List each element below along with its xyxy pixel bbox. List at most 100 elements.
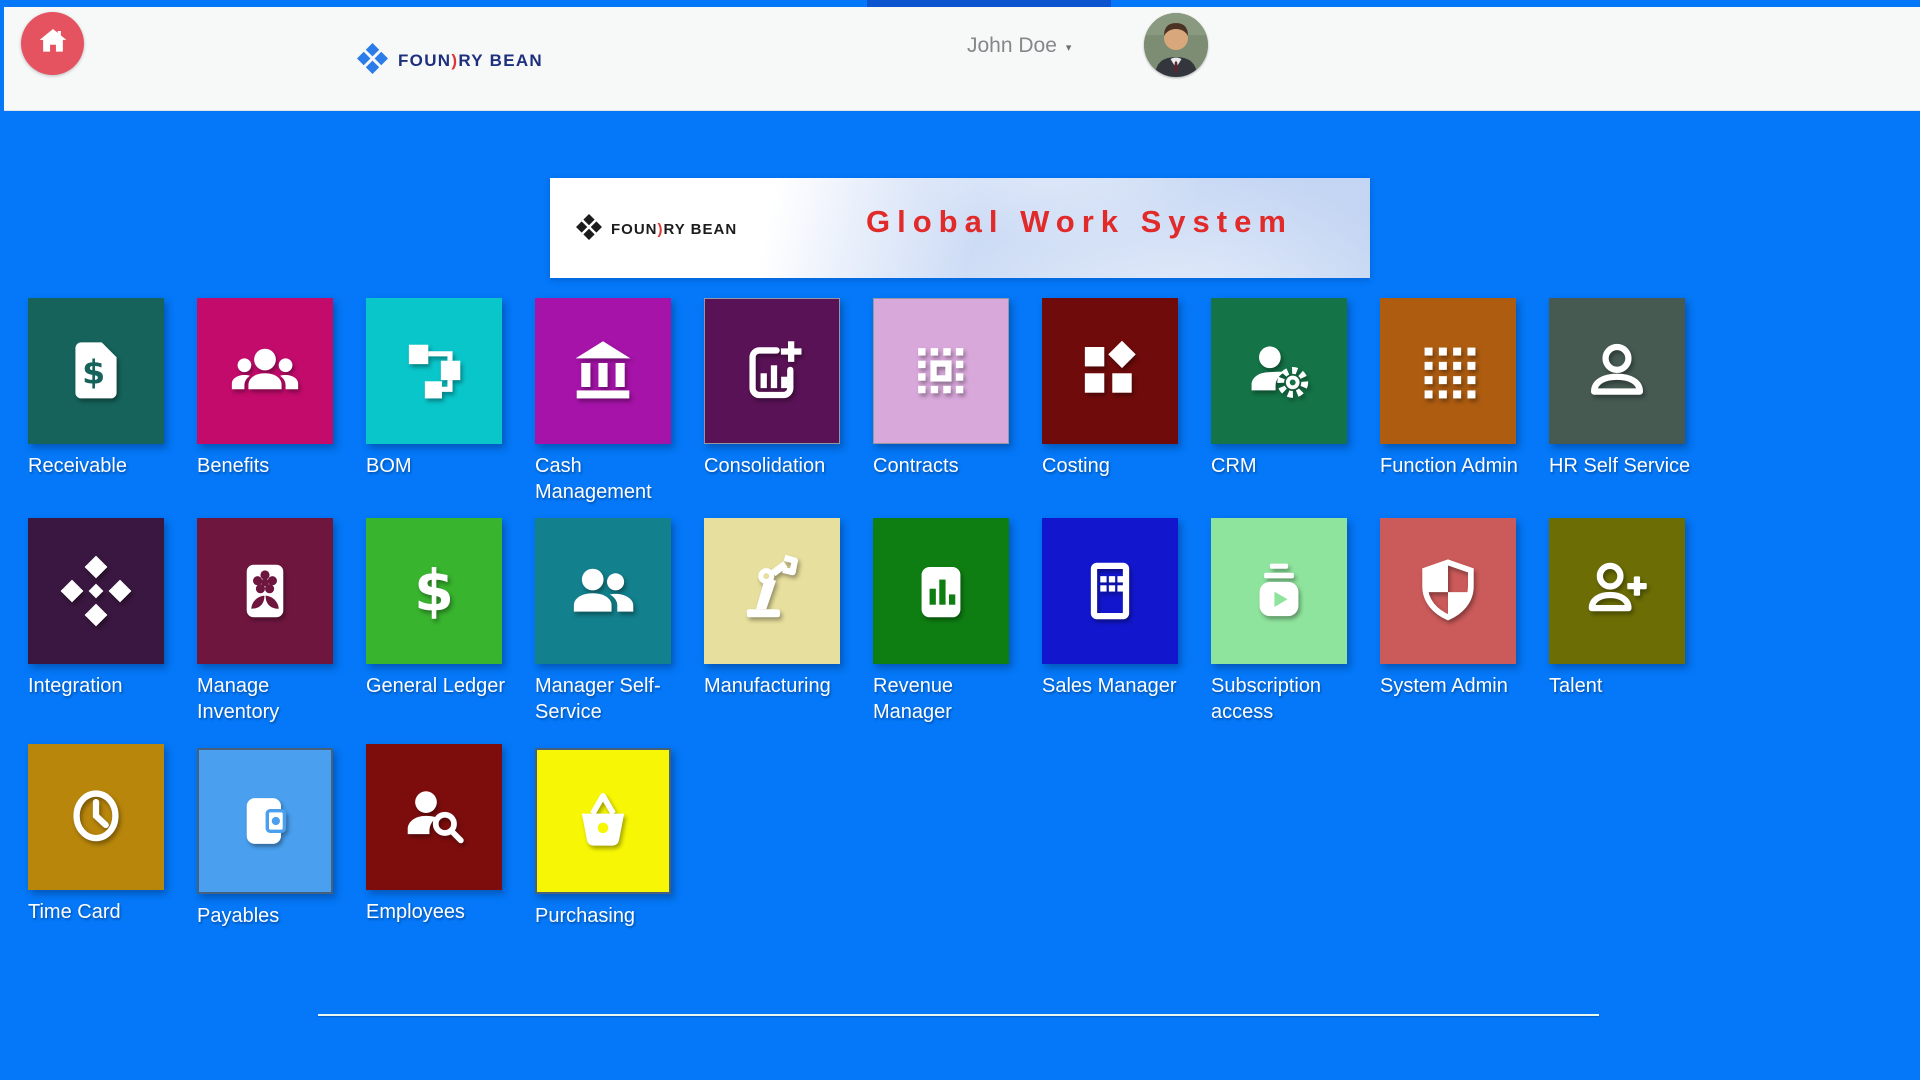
app-tile-cell: Subscription access <box>1211 518 1347 725</box>
app-tile-cell: Manager Self-Service <box>535 518 671 725</box>
schema-icon <box>394 331 474 411</box>
person-outline-icon <box>1577 331 1657 411</box>
app-tile-payables[interactable] <box>197 748 333 894</box>
app-tile-label: Manufacturing <box>704 673 846 699</box>
app-tile-talent[interactable] <box>1549 518 1685 664</box>
app-tile-contracts[interactable] <box>873 298 1009 444</box>
app-tile-label: Time Card <box>28 899 170 925</box>
banner-brand-logo: FOUN)RY BEAN <box>576 214 737 245</box>
home-icon <box>37 25 69 62</box>
app-tile-hr-self-service[interactable] <box>1549 298 1685 444</box>
app-tile-cell: Talent <box>1549 518 1685 725</box>
app-tile-label: Function Admin <box>1380 453 1522 479</box>
tile-row-3: Time CardPayablesEmployeesPurchasing <box>28 744 671 929</box>
person-search-icon <box>394 777 474 857</box>
app-tile-purchasing[interactable] <box>535 748 671 894</box>
app-tile-sales-manager[interactable] <box>1042 518 1178 664</box>
person-add-icon <box>1577 551 1657 631</box>
app-tile-cell: CRM <box>1211 298 1347 505</box>
app-tile-manufacturing[interactable] <box>704 518 840 664</box>
app-tile-bom[interactable] <box>366 298 502 444</box>
app-tile-manager-self-service[interactable] <box>535 518 671 664</box>
app-tile-receivable[interactable]: $ <box>28 298 164 444</box>
app-tile-cash-management[interactable] <box>535 298 671 444</box>
app-tile-label: Purchasing <box>535 903 677 929</box>
app-tile-label: HR Self Service <box>1549 453 1691 479</box>
app-tile-label: General Ledger <box>366 673 508 699</box>
user-menu[interactable]: John Doe ▾ <box>967 34 1071 58</box>
chart-card-icon <box>901 551 981 631</box>
basket-icon <box>563 781 643 861</box>
bottom-divider <box>318 1014 1599 1016</box>
app-tile-cell: Employees <box>366 744 502 929</box>
category-squares-icon <box>1070 331 1150 411</box>
app-tile-cell: BOM <box>366 298 502 505</box>
app-tile-system-admin[interactable] <box>1380 518 1516 664</box>
wallet-icon <box>225 781 305 861</box>
app-tile-benefits[interactable] <box>197 298 333 444</box>
app-tile-cell: Integration <box>28 518 164 725</box>
brand-diamond-icon <box>357 43 388 79</box>
app-tile-label: Integration <box>28 673 170 699</box>
app-tile-label: Talent <box>1549 673 1691 699</box>
app-tile-cell: Manage Inventory <box>197 518 333 725</box>
app-tile-label: CRM <box>1211 453 1353 479</box>
app-tile-label: Employees <box>366 899 508 925</box>
top-progress-bar <box>867 0 1111 7</box>
app-tile-label: Contracts <box>873 453 1015 479</box>
dollar-icon: $ <box>394 551 474 631</box>
app-tile-label: System Admin <box>1380 673 1522 699</box>
banner: FOUN)RY BEAN Global Work System <box>550 178 1370 278</box>
app-tile-cell: Time Card <box>28 744 164 929</box>
app-tile-cell: Cash Management <box>535 298 671 505</box>
app-tile-subscription-access[interactable] <box>1211 518 1347 664</box>
app-tile-label: Sales Manager <box>1042 673 1184 699</box>
app-tile-cell: HR Self Service <box>1549 298 1685 505</box>
integration-diamonds-icon <box>56 551 136 631</box>
app-tile-general-ledger[interactable]: $ <box>366 518 502 664</box>
pos-icon <box>1070 551 1150 631</box>
app-header: FOUN)RY BEAN John Doe ▾ <box>4 7 1920 111</box>
app-tile-employees[interactable] <box>366 744 502 890</box>
app-tile-time-card[interactable] <box>28 744 164 890</box>
subscriptions-icon <box>1239 551 1319 631</box>
user-avatar[interactable] <box>1144 13 1208 77</box>
app-tile-cell: Manufacturing <box>704 518 840 725</box>
florist-card-icon <box>225 551 305 631</box>
app-tile-cell: Function Admin <box>1380 298 1516 505</box>
grid-dots-icon <box>1408 331 1488 411</box>
user-name: John Doe <box>967 34 1057 58</box>
receipt-dollar-icon: $ <box>56 331 136 411</box>
app-tile-integration[interactable] <box>28 518 164 664</box>
bank-icon <box>563 331 643 411</box>
svg-text:$: $ <box>414 558 454 624</box>
app-tile-cell: Consolidation <box>704 298 840 505</box>
app-tile-label: Consolidation <box>704 453 846 479</box>
app-tile-manage-inventory[interactable] <box>197 518 333 664</box>
app-tile-cell: $Receivable <box>28 298 164 505</box>
tile-row-1: $ReceivableBenefitsBOMCash ManagementCon… <box>28 298 1685 505</box>
app-tile-label: Benefits <box>197 453 339 479</box>
tile-row-2: IntegrationManage Inventory$General Ledg… <box>28 518 1685 725</box>
app-tile-crm[interactable] <box>1211 298 1347 444</box>
app-tile-label: Subscription access <box>1211 673 1353 725</box>
app-tile-label: Receivable <box>28 453 170 479</box>
app-tile-consolidation[interactable] <box>704 298 840 444</box>
brand-diamond-icon <box>576 214 602 245</box>
app-tile-revenue-manager[interactable] <box>873 518 1009 664</box>
home-button[interactable] <box>21 12 84 75</box>
clock-icon <box>56 777 136 857</box>
add-chart-icon <box>732 331 812 411</box>
app-tile-function-admin[interactable] <box>1380 298 1516 444</box>
app-tile-label: Costing <box>1042 453 1184 479</box>
select-all-icon <box>901 331 981 411</box>
app-tile-label: Revenue Manager <box>873 673 1015 725</box>
app-tile-label: BOM <box>366 453 508 479</box>
app-tile-label: Manage Inventory <box>197 673 339 725</box>
app-tile-cell: Costing <box>1042 298 1178 505</box>
svg-text:$: $ <box>82 353 105 392</box>
app-tile-label: Payables <box>197 903 339 929</box>
chevron-down-icon: ▾ <box>1066 38 1072 54</box>
app-tile-cell: Sales Manager <box>1042 518 1178 725</box>
app-tile-costing[interactable] <box>1042 298 1178 444</box>
